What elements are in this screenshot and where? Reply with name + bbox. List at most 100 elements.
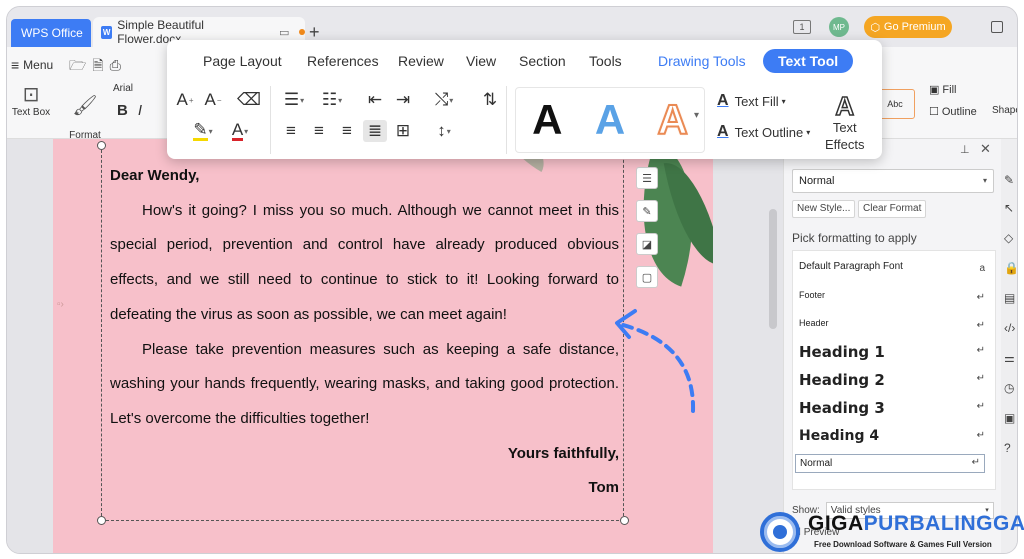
letter-paragraph: How's it going? I miss you so much. Alth… [110, 201, 619, 323]
close-icon[interactable]: ✕ [980, 141, 991, 157]
text-effects-icon: A [835, 90, 855, 122]
style-type-mark: ↵ [976, 292, 985, 303]
cursor-icon[interactable]: ↖ [1004, 201, 1014, 215]
edit-icon[interactable]: ✎ [1004, 173, 1014, 187]
resize-handle[interactable] [97, 141, 106, 150]
outline-icon: ☐ [929, 106, 939, 118]
border-box-icon[interactable]: ▢ [636, 266, 658, 288]
text-style-black[interactable]: A [532, 96, 562, 144]
text-fill-button[interactable]: A Text Fill ▾ [717, 92, 786, 110]
decrease-font-size-icon[interactable]: A − [201, 89, 225, 111]
divider [506, 86, 507, 154]
avatar[interactable]: MP [829, 17, 849, 37]
shapes-icon[interactable]: ◇ [1004, 231, 1013, 245]
text-direction-icon[interactable]: ⤭ ▾ [429, 89, 459, 111]
tab-view[interactable]: View [466, 53, 496, 69]
sort-icon[interactable]: ⇅ [478, 89, 502, 111]
bullet-list-icon[interactable]: ☰ ▾ [279, 89, 309, 111]
go-premium-button[interactable]: ⬡ Go Premium [864, 16, 952, 38]
text-effects-button[interactable]: A Text Effects [825, 90, 865, 154]
sliders-icon[interactable]: ⚌ [1004, 351, 1015, 365]
increase-indent-icon[interactable]: ⇥ [391, 89, 415, 111]
text-style-orange-outline[interactable]: A [656, 95, 688, 144]
window-count-badge[interactable]: 1 [793, 20, 811, 34]
style-item-footer[interactable]: Footer ↵ [799, 290, 989, 303]
help-icon[interactable]: ? [1004, 441, 1011, 455]
style-item-heading-2[interactable]: Heading 2 ↵ [799, 371, 989, 389]
font-name-select[interactable]: Arial [113, 83, 133, 94]
tab-tools[interactable]: Tools [589, 53, 622, 69]
pick-formatting-label: Pick formatting to apply [792, 231, 917, 245]
tab-review[interactable]: Review [398, 53, 444, 69]
style-item-default-paragraph-font[interactable]: Default Paragraph Font a [799, 261, 989, 274]
outline-button[interactable]: ☐ Outline [929, 105, 977, 119]
quick-access-icons[interactable]: 🗁🗎⎙ [69, 55, 127, 79]
chevron-down-icon: ▾ [781, 96, 786, 106]
right-tool-strip: ✎ ↖ ◇ 🔒 ▤ ‹/› ⚌ ◷ ▣ ? [1001, 139, 1017, 553]
styles-more-icon[interactable]: ▾ [694, 110, 699, 121]
line-spacing-icon[interactable]: ↕ ▾ [429, 120, 459, 142]
highlight-color-icon[interactable]: ✎ ▾ [187, 120, 219, 142]
letter-closing: Yours faithfully, [507, 444, 619, 462]
align-left-icon[interactable]: ≡ [279, 120, 303, 142]
history-icon[interactable]: ◷ [1004, 381, 1014, 395]
format-painter-icon: 🖌 [72, 94, 98, 117]
paragraph-marker-icon[interactable]: ▫› [57, 299, 64, 310]
menu-label: Menu [23, 58, 54, 72]
text-box-label: Text Box [11, 107, 51, 118]
text-box-button[interactable]: ⊡ Text Box [9, 83, 53, 120]
font-color-icon[interactable]: A ▾ [225, 120, 255, 142]
justify-icon[interactable]: ≣ [363, 120, 387, 142]
monitor-icon[interactable]: ▭ [279, 26, 289, 39]
edit-pen-icon[interactable]: ✎ [636, 200, 658, 222]
layout-options-icon[interactable]: ☰ [636, 167, 658, 189]
app-tab[interactable]: WPS Office [11, 19, 91, 47]
text-fill-label: Text Fill [734, 93, 779, 109]
vertical-scrollbar[interactable] [769, 209, 777, 329]
backup-icon[interactable]: ▣ [1004, 411, 1015, 425]
fill-bucket-icon[interactable]: ◪ [636, 233, 658, 255]
tab-text-tool[interactable]: Text Tool [763, 49, 854, 73]
code-icon[interactable]: ‹/› [1004, 321, 1015, 335]
fill-button[interactable]: ▣ Fill [929, 83, 956, 97]
maximize-icon[interactable] [991, 21, 1003, 33]
style-item-label: Heading 3 [799, 399, 885, 417]
tab-references[interactable]: References [307, 53, 379, 69]
tab-drawing-tools[interactable]: Drawing Tools [658, 53, 746, 69]
style-type-mark: a [979, 263, 985, 274]
tab-section[interactable]: Section [519, 53, 566, 69]
tab-page-layout[interactable]: Page Layout [203, 53, 282, 69]
shape-button[interactable]: Shape [992, 105, 1017, 116]
outline-label: Outline [941, 105, 977, 118]
style-item-heading-1[interactable]: Heading 1 ↵ [799, 343, 989, 361]
distributed-align-icon[interactable]: ⊞ [391, 120, 415, 142]
letter-text[interactable]: Dear Wendy, How's it going? I miss you s… [110, 159, 619, 506]
layers-icon[interactable]: ▤ [1004, 291, 1015, 305]
watermark-tagline: Free Download Software & Games Full Vers… [814, 540, 992, 549]
increase-font-size-icon[interactable]: A + [173, 89, 197, 111]
current-style-select[interactable]: Normal ▾ [792, 169, 994, 193]
style-item-heading-4[interactable]: Heading 4 ↵ [799, 428, 989, 444]
text-style-blue[interactable]: A [595, 96, 625, 144]
resize-handle[interactable] [97, 516, 106, 525]
giga-purbalingga-logo [760, 512, 800, 552]
text-outline-icon: A [717, 123, 729, 140]
lock-icon[interactable]: 🔒 [1004, 261, 1017, 275]
align-center-icon[interactable]: ≡ [307, 120, 331, 142]
style-item-header[interactable]: Header ↵ [799, 318, 989, 331]
numbered-list-icon[interactable]: ☷ ▾ [317, 89, 347, 111]
bold-italic-buttons[interactable]: BI [117, 102, 152, 119]
menu-button[interactable]: ≡ Menu [11, 57, 53, 73]
pin-icon[interactable]: ⊥ [960, 143, 970, 156]
new-style-button[interactable]: New Style... [792, 200, 856, 218]
text-outline-button[interactable]: A Text Outline ▾ [717, 123, 810, 141]
clear-format-button[interactable]: Clear Format [858, 200, 927, 218]
style-item-label: Heading 2 [799, 371, 885, 389]
letter-paragraph: Please take prevention measures such as … [110, 340, 619, 427]
style-item-heading-3[interactable]: Heading 3 ↵ [799, 399, 989, 417]
resize-handle[interactable] [620, 516, 629, 525]
align-right-icon[interactable]: ≡ [335, 120, 359, 142]
eraser-icon[interactable]: ⌫ [237, 89, 261, 111]
style-item-normal[interactable]: Normal ↵ [795, 454, 985, 473]
decrease-indent-icon[interactable]: ⇤ [363, 89, 387, 111]
